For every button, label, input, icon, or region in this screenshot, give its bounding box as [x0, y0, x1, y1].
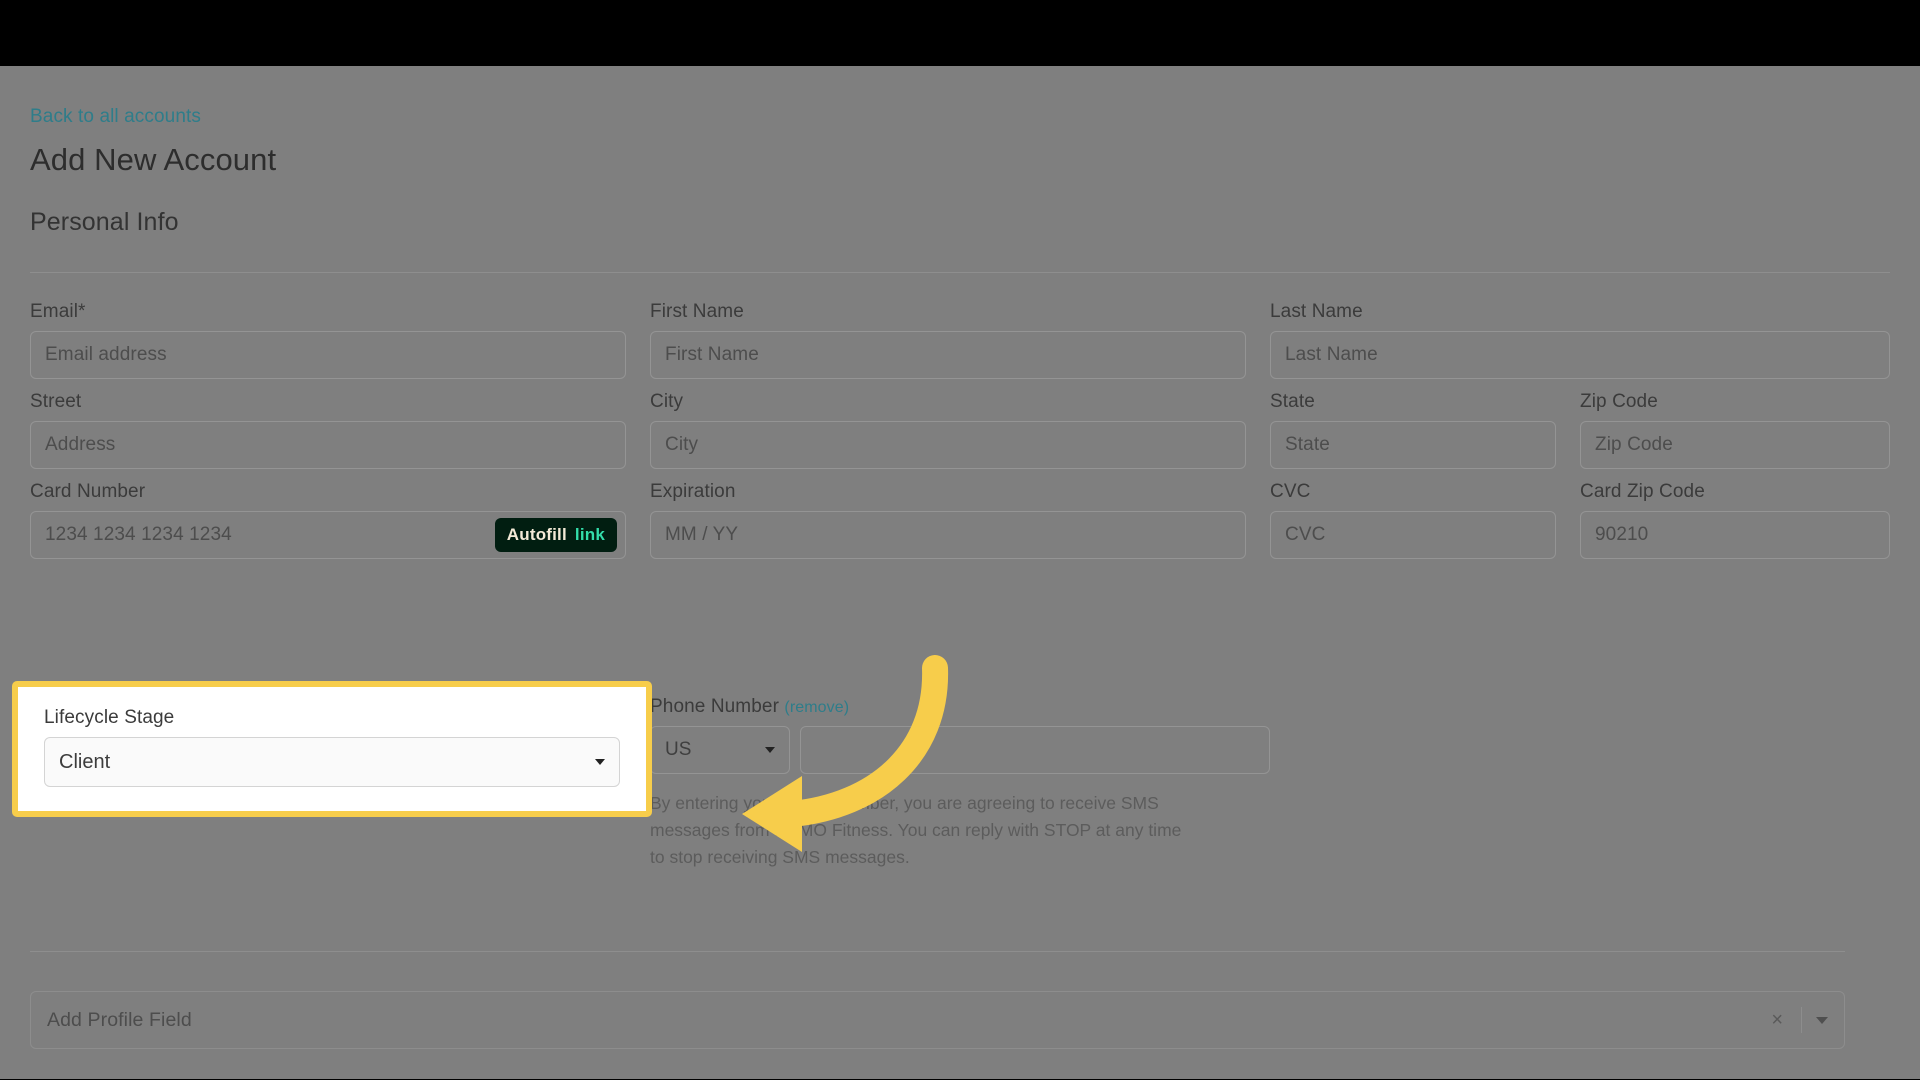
last-name-input[interactable]: Last Name — [1270, 331, 1890, 379]
field-label-card-zip-code: Card Zip Code — [1580, 481, 1705, 502]
bottom-divider — [30, 951, 1845, 952]
field-first-name: First Name First Name — [650, 301, 1270, 379]
field-label-last-name: Last Name — [1270, 301, 1363, 322]
field-label-first-name: First Name — [650, 301, 744, 322]
clear-icon[interactable]: × — [1771, 1010, 1783, 1030]
field-last-name: Last Name Last Name — [1270, 301, 1890, 379]
autofill-link-label: link — [574, 525, 605, 544]
card-zip-code-input[interactable]: 90210 — [1580, 511, 1890, 559]
sms-consent-note: By entering your phone number, you are a… — [650, 793, 1182, 868]
field-label-street: Street — [30, 391, 82, 412]
page-scrim: Back to all accounts Add New Account Per… — [0, 66, 1920, 1079]
field-label-city: City — [650, 391, 684, 412]
autofill-label: Autofill — [506, 525, 567, 544]
chevron-down-icon[interactable] — [1816, 1016, 1828, 1024]
page-title: Add New Account — [30, 142, 277, 177]
field-city: City City — [650, 391, 1270, 469]
expiration-input[interactable]: MM / YY — [650, 511, 1246, 559]
screen: Back to all accounts Add New Account Per… — [0, 0, 1920, 1080]
section-title-personal-info: Personal Info — [30, 208, 179, 236]
city-input[interactable]: City — [650, 421, 1246, 469]
last-name-placeholder: Last Name — [1285, 344, 1378, 365]
chevron-down-icon — [765, 747, 775, 753]
field-label-card-number: Card Number — [30, 481, 146, 502]
cvc-input[interactable]: CVC — [1270, 511, 1556, 559]
section-divider — [30, 272, 1890, 273]
form-row-address: Street Address City City State State Zip… — [30, 391, 1890, 469]
state-input[interactable]: State — [1270, 421, 1556, 469]
browser-viewport: Back to all accounts Add New Account Per… — [0, 66, 1920, 1079]
field-label-lifecycle-stage: Lifecycle Stage — [44, 707, 175, 728]
field-label-expiration: Expiration — [650, 481, 736, 502]
field-zip-code: Zip Code Zip Code — [1580, 391, 1890, 469]
lifecycle-stage-select[interactable]: Client — [44, 737, 620, 787]
phone-country-select[interactable]: US — [650, 726, 790, 774]
phone-number-block: Phone Number (remove) US By entering you… — [650, 696, 1270, 871]
cvc-placeholder: CVC — [1285, 524, 1326, 545]
add-profile-field-placeholder: Add Profile Field — [47, 1008, 192, 1031]
phone-remove-link[interactable]: (remove) — [784, 699, 849, 716]
phone-number-input[interactable] — [800, 726, 1270, 774]
field-label-phone-number: Phone Number (remove) — [650, 696, 1270, 718]
divider-icon — [1801, 1007, 1802, 1033]
first-name-input[interactable]: First Name — [650, 331, 1246, 379]
street-input[interactable]: Address — [30, 421, 626, 469]
field-label-email: Email* — [30, 301, 86, 322]
field-card-number: Card Number 1234 1234 1234 1234 Autofill… — [30, 481, 650, 559]
zip-code-placeholder: Zip Code — [1595, 434, 1673, 455]
field-label-cvc: CVC — [1270, 481, 1311, 502]
zip-code-input[interactable]: Zip Code — [1580, 421, 1890, 469]
city-placeholder: City — [665, 434, 699, 455]
email-input[interactable]: Email address — [30, 331, 626, 379]
field-state: State State — [1270, 391, 1580, 469]
field-card-zip-code: Card Zip Code 90210 — [1580, 481, 1890, 559]
lifecycle-stage-value: Client — [59, 750, 111, 773]
field-label-state: State — [1270, 391, 1315, 412]
back-to-all-accounts-link[interactable]: Back to all accounts — [30, 106, 201, 128]
state-placeholder: State — [1285, 434, 1330, 455]
chevron-down-icon — [595, 759, 605, 765]
account-form-content: Back to all accounts Add New Account Per… — [12, 66, 1890, 1049]
add-profile-field-select[interactable]: Add Profile Field × — [30, 991, 1845, 1049]
first-name-placeholder: First Name — [665, 344, 759, 365]
field-cvc: CVC CVC — [1270, 481, 1580, 559]
phone-country-value: US — [665, 739, 692, 760]
expiration-placeholder: MM / YY — [665, 524, 739, 545]
card-number-input[interactable]: 1234 1234 1234 1234 Autofill link — [30, 511, 626, 559]
lifecycle-stage-highlight: Lifecycle Stage Client — [12, 681, 652, 817]
field-label-zip-code: Zip Code — [1580, 391, 1658, 412]
field-email: Email* Email address — [30, 301, 650, 379]
autofill-link-button[interactable]: Autofill link — [494, 518, 617, 552]
street-placeholder: Address — [45, 434, 116, 455]
phone-number-label-text: Phone Number — [650, 696, 779, 717]
card-zip-code-placeholder: 90210 — [1595, 524, 1649, 545]
form-row-payment: Card Number 1234 1234 1234 1234 Autofill… — [30, 481, 1890, 559]
card-number-placeholder: 1234 1234 1234 1234 — [45, 524, 232, 545]
phone-inputs: US — [650, 726, 1270, 774]
field-street: Street Address — [30, 391, 650, 469]
field-expiration: Expiration MM / YY — [650, 481, 1270, 559]
email-placeholder: Email address — [45, 344, 167, 365]
form-row-identity: Email* Email address First Name First Na… — [30, 301, 1890, 379]
